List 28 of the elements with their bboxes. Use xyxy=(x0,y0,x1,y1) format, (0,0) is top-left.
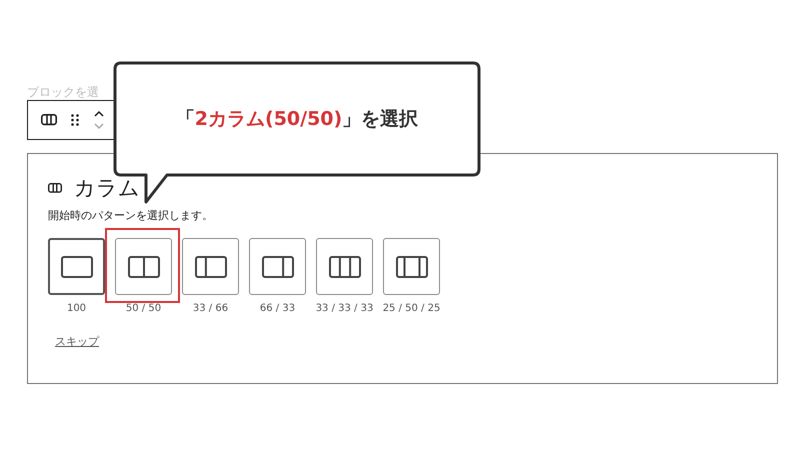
columns-icon xyxy=(48,183,62,193)
pattern-button[interactable] xyxy=(249,238,306,295)
pattern-label: 50 / 50 xyxy=(126,303,162,314)
block-type-button[interactable] xyxy=(41,114,57,126)
pattern-button[interactable] xyxy=(383,238,440,295)
pattern-label: 33 / 66 xyxy=(192,303,228,314)
instruction-text: 開始時のパターンを選択します。 xyxy=(48,208,214,223)
pattern-label: 66 / 33 xyxy=(260,303,296,314)
columns-layout-icon xyxy=(262,256,294,278)
columns-layout-icon xyxy=(128,256,160,278)
columns-layout-icon xyxy=(328,256,360,278)
skip-link[interactable]: スキップ xyxy=(55,334,99,349)
columns-icon xyxy=(41,114,57,126)
columns-layout-icon xyxy=(60,256,92,278)
pattern-button[interactable] xyxy=(182,238,239,295)
block-title: カラム xyxy=(74,175,140,202)
pattern-button[interactable] xyxy=(316,238,373,295)
columns-layout-icon xyxy=(396,256,428,278)
pattern-label: 100 xyxy=(66,303,86,314)
columns-layout-icon xyxy=(194,256,226,278)
block-select-label: ブロックを選 xyxy=(27,84,100,100)
callout-text: 「2カラム(50/50)」を選択 xyxy=(176,107,418,131)
pattern-button[interactable] xyxy=(115,238,172,295)
move-up-down-icon[interactable] xyxy=(93,109,105,131)
drag-handle-icon[interactable] xyxy=(71,114,79,126)
pattern-label: 33 / 33 / 33 xyxy=(316,303,374,314)
pattern-label: 25 / 50 / 25 xyxy=(382,303,440,314)
pattern-button[interactable] xyxy=(48,238,105,295)
